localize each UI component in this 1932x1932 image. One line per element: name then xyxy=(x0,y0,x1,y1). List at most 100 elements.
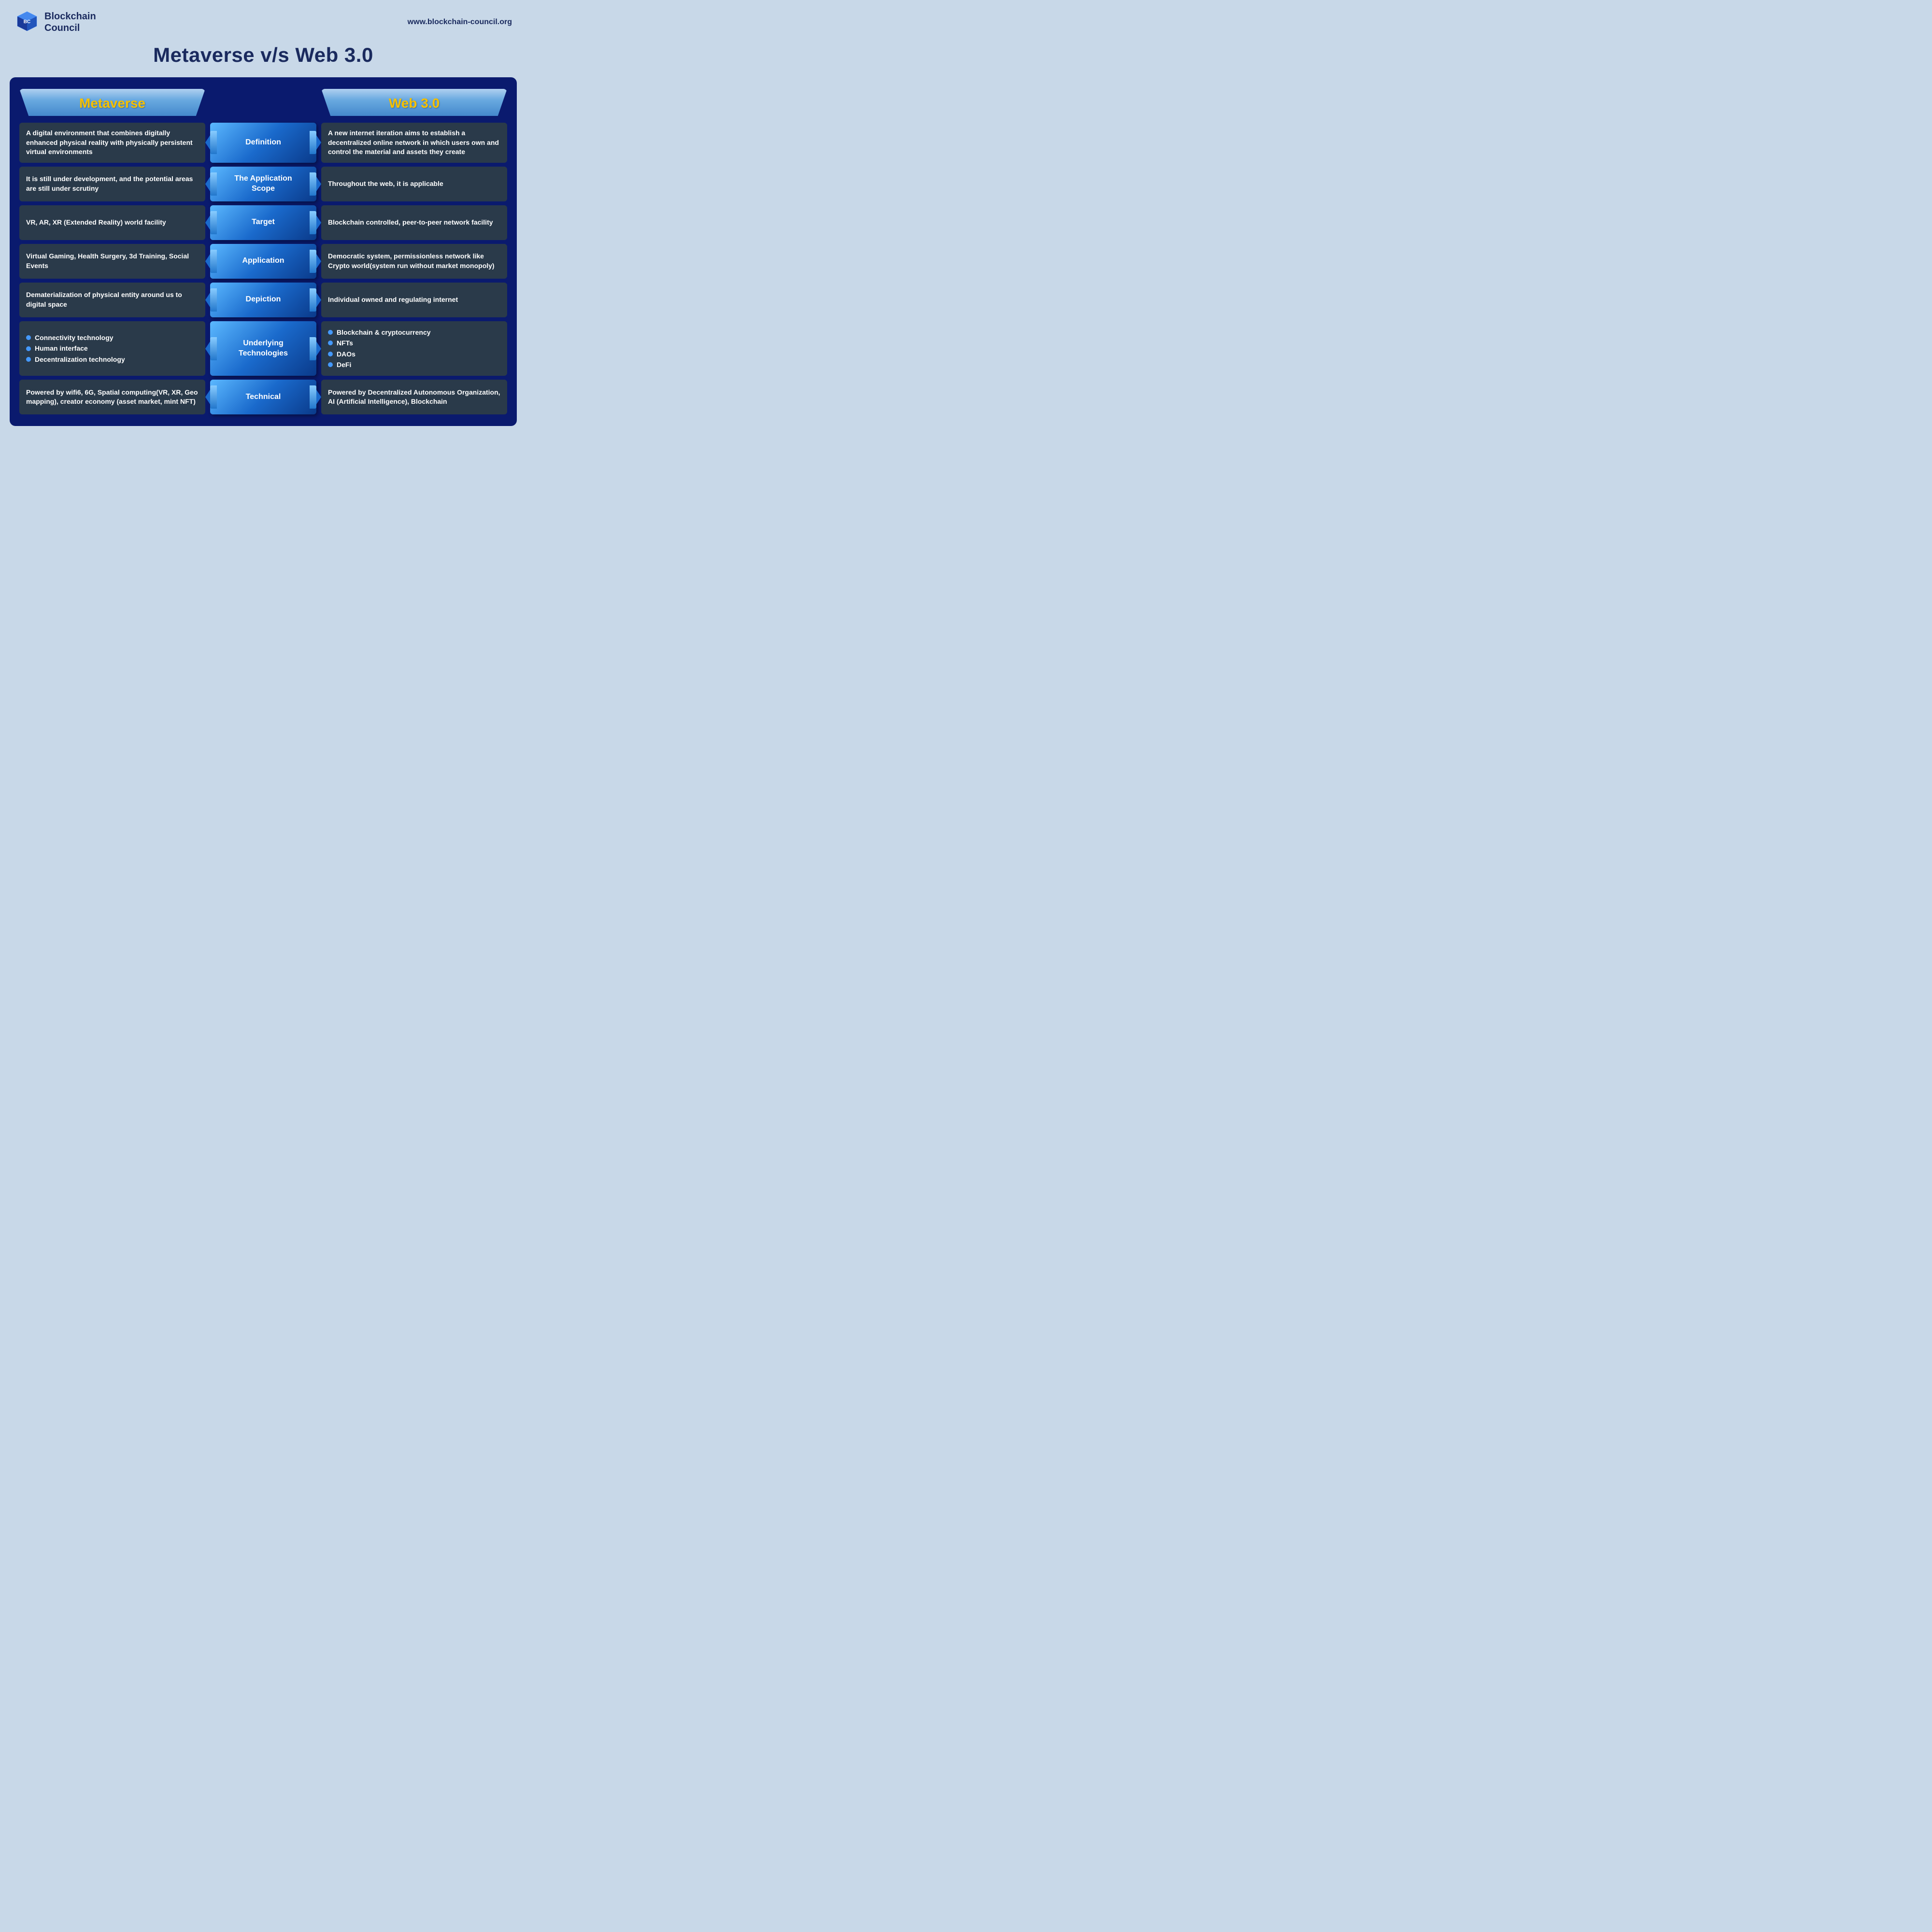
center-tab: Technical xyxy=(210,380,316,414)
cell-text: It is still under development, and the p… xyxy=(26,174,199,193)
center-label-cell: Target xyxy=(210,205,316,240)
blockchain-council-logo-icon: BC xyxy=(14,10,40,35)
center-label-wrap: Definition xyxy=(210,123,316,163)
center-label-cell: Definition xyxy=(210,123,316,163)
metaverse-column-header: Metaverse xyxy=(19,89,205,116)
right-cell: Powered by Decentralized Autonomous Orga… xyxy=(321,380,507,414)
left-cell: Virtual Gaming, Health Surgery, 3d Train… xyxy=(19,244,205,279)
center-label-cell: Underlying Technologies xyxy=(210,321,316,376)
column-headers: Metaverse Web 3.0 xyxy=(19,89,507,116)
center-label-wrap: Technical xyxy=(210,380,316,414)
center-label-cell: The Application Scope xyxy=(210,167,316,201)
logo-area: BC Blockchain Council xyxy=(14,10,96,35)
right-cell: Blockchain controlled, peer-to-peer netw… xyxy=(321,205,507,240)
header: BC Blockchain Council www.blockchain-cou… xyxy=(10,10,517,35)
cell-text: Powered by Decentralized Autonomous Orga… xyxy=(328,388,500,407)
rows-container: A digital environment that combines digi… xyxy=(19,123,507,414)
center-label-cell: Depiction xyxy=(210,283,316,317)
table-row: Dematerialization of physical entity aro… xyxy=(19,283,507,317)
list-item: Blockchain & cryptocurrency xyxy=(328,327,431,338)
right-connector-bar xyxy=(310,250,316,273)
metaverse-title: Metaverse xyxy=(79,96,145,111)
left-cell: Powered by wifi6, 6G, Spatial computing(… xyxy=(19,380,205,414)
center-tab: Target xyxy=(210,205,316,240)
list-item: Connectivity technology xyxy=(26,332,125,343)
list-item: Decentralization technology xyxy=(26,354,125,365)
center-tab: Depiction xyxy=(210,283,316,317)
website-url: www.blockchain-council.org xyxy=(408,18,512,27)
center-label-text: Definition xyxy=(245,138,281,148)
bullet-dot xyxy=(26,357,31,362)
cell-text: A digital environment that combines digi… xyxy=(26,128,199,157)
center-label-text: Depiction xyxy=(246,295,281,305)
center-tab: The Application Scope xyxy=(210,167,316,201)
center-label-text: Target xyxy=(252,217,275,227)
table-row: VR, AR, XR (Extended Reality) world faci… xyxy=(19,205,507,240)
table-row: Connectivity technologyHuman interfaceDe… xyxy=(19,321,507,376)
cell-text: Individual owned and regulating internet xyxy=(328,295,458,305)
center-label-wrap: Underlying Technologies xyxy=(210,321,316,376)
right-connector-bar xyxy=(310,337,316,360)
center-label-wrap: Application xyxy=(210,244,316,279)
center-label-text: The Application Scope xyxy=(234,174,292,194)
left-cell: It is still under development, and the p… xyxy=(19,167,205,201)
logo-text: Blockchain Council xyxy=(44,11,96,34)
center-label-text: Technical xyxy=(246,392,281,402)
bullet-dot xyxy=(26,335,31,340)
left-connector-bar xyxy=(210,250,217,273)
list-item: NFTs xyxy=(328,338,431,348)
cell-text: Democratic system, permissionless networ… xyxy=(328,252,500,270)
cell-text: Blockchain controlled, peer-to-peer netw… xyxy=(328,218,493,227)
center-label-cell: Application xyxy=(210,244,316,279)
right-cell: Throughout the web, it is applicable xyxy=(321,167,507,201)
svg-text:BC: BC xyxy=(24,19,30,25)
table-row: Powered by wifi6, 6G, Spatial computing(… xyxy=(19,380,507,414)
left-cell: Connectivity technologyHuman interfaceDe… xyxy=(19,321,205,376)
cell-text: Powered by wifi6, 6G, Spatial computing(… xyxy=(26,388,199,407)
bullet-dot xyxy=(328,341,333,345)
web3-title: Web 3.0 xyxy=(389,96,440,111)
right-connector-bar xyxy=(310,385,316,409)
center-tab: Underlying Technologies xyxy=(210,321,316,376)
bullet-dot xyxy=(328,330,333,335)
table-row: Virtual Gaming, Health Surgery, 3d Train… xyxy=(19,244,507,279)
center-label-wrap: Target xyxy=(210,205,316,240)
left-cell: VR, AR, XR (Extended Reality) world faci… xyxy=(19,205,205,240)
web3-column-header: Web 3.0 xyxy=(321,89,507,116)
right-connector-bar xyxy=(310,211,316,234)
right-cell: Blockchain & cryptocurrencyNFTsDAOsDeFi xyxy=(321,321,507,376)
left-connector-bar xyxy=(210,131,217,154)
content-area: Metaverse Web 3.0 A digital environment … xyxy=(10,77,517,426)
cell-text: A new internet iteration aims to establi… xyxy=(328,128,500,157)
list-item: DAOs xyxy=(328,349,431,359)
list-item: Human interface xyxy=(26,343,125,354)
right-connector-bar xyxy=(310,172,316,196)
center-label-text: Application xyxy=(242,256,284,266)
list-item: DeFi xyxy=(328,359,431,370)
center-tab: Application xyxy=(210,244,316,279)
main-title: Metaverse v/s Web 3.0 xyxy=(10,43,517,67)
bullet-dot xyxy=(328,352,333,356)
cell-text: VR, AR, XR (Extended Reality) world faci… xyxy=(26,218,166,227)
right-cell: A new internet iteration aims to establi… xyxy=(321,123,507,163)
center-label-text: Underlying Technologies xyxy=(239,339,288,359)
left-cell: Dematerialization of physical entity aro… xyxy=(19,283,205,317)
right-cell: Democratic system, permissionless networ… xyxy=(321,244,507,279)
table-row: A digital environment that combines digi… xyxy=(19,123,507,163)
right-cell: Individual owned and regulating internet xyxy=(321,283,507,317)
left-connector-bar xyxy=(210,288,217,312)
cell-text: Virtual Gaming, Health Surgery, 3d Train… xyxy=(26,252,199,270)
right-connector-bar xyxy=(310,288,316,312)
left-connector-bar xyxy=(210,211,217,234)
bullet-dot xyxy=(26,346,31,351)
bullet-dot xyxy=(328,362,333,367)
center-tab: Definition xyxy=(210,123,316,163)
center-label-cell: Technical xyxy=(210,380,316,414)
center-label-wrap: The Application Scope xyxy=(210,167,316,201)
table-row: It is still under development, and the p… xyxy=(19,167,507,201)
center-label-wrap: Depiction xyxy=(210,283,316,317)
left-connector-bar xyxy=(210,172,217,196)
cell-text: Dematerialization of physical entity aro… xyxy=(26,290,199,309)
left-connector-bar xyxy=(210,385,217,409)
left-connector-bar xyxy=(210,337,217,360)
